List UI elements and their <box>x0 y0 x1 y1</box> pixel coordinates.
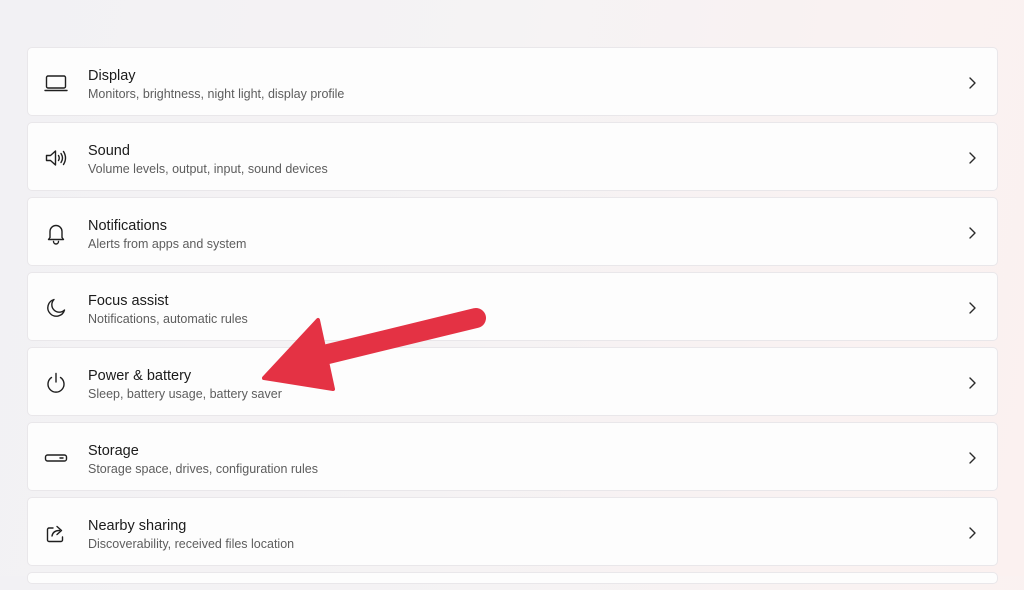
bell-icon <box>44 221 68 245</box>
setting-item-focus-assist[interactable]: Focus assist Notifications, automatic ru… <box>27 272 998 341</box>
setting-item-power-battery[interactable]: Power & battery Sleep, battery usage, ba… <box>27 347 998 416</box>
setting-title: Display <box>88 68 136 84</box>
speaker-icon <box>44 146 68 170</box>
setting-subtitle: Alerts from apps and system <box>88 237 247 251</box>
setting-title: Nearby sharing <box>88 518 187 534</box>
setting-title: Storage <box>88 443 139 459</box>
display-icon <box>44 71 68 95</box>
setting-title: Focus assist <box>88 293 169 309</box>
storage-drive-icon <box>44 446 68 470</box>
setting-title: Sound <box>88 143 130 159</box>
chevron-right-icon <box>967 151 977 165</box>
setting-subtitle: Sleep, battery usage, battery saver <box>88 387 282 401</box>
setting-subtitle: Volume levels, output, input, sound devi… <box>88 162 328 176</box>
setting-item-notifications[interactable]: Notifications Alerts from apps and syste… <box>27 197 998 266</box>
chevron-right-icon <box>967 226 977 240</box>
share-icon <box>44 521 68 545</box>
chevron-right-icon <box>967 376 977 390</box>
setting-subtitle: Monitors, brightness, night light, displ… <box>88 87 345 101</box>
setting-title: Notifications <box>88 218 167 234</box>
setting-item-partial[interactable] <box>27 572 998 584</box>
chevron-right-icon <box>967 526 977 540</box>
setting-subtitle: Discoverability, received files location <box>88 537 295 551</box>
chevron-right-icon <box>967 76 977 90</box>
power-icon <box>44 371 68 395</box>
setting-subtitle: Storage space, drives, configuration rul… <box>88 462 318 476</box>
setting-item-display[interactable]: Display Monitors, brightness, night ligh… <box>27 47 998 116</box>
chevron-right-icon <box>967 301 977 315</box>
setting-item-storage[interactable]: Storage Storage space, drives, configura… <box>27 422 998 491</box>
setting-item-nearby-sharing[interactable]: Nearby sharing Discoverability, received… <box>27 497 998 566</box>
setting-item-sound[interactable]: Sound Volume levels, output, input, soun… <box>27 122 998 191</box>
setting-subtitle: Notifications, automatic rules <box>88 312 248 326</box>
setting-title: Power & battery <box>88 368 192 384</box>
settings-list: Display Monitors, brightness, night ligh… <box>27 47 998 590</box>
moon-icon <box>44 296 68 320</box>
chevron-right-icon <box>967 451 977 465</box>
